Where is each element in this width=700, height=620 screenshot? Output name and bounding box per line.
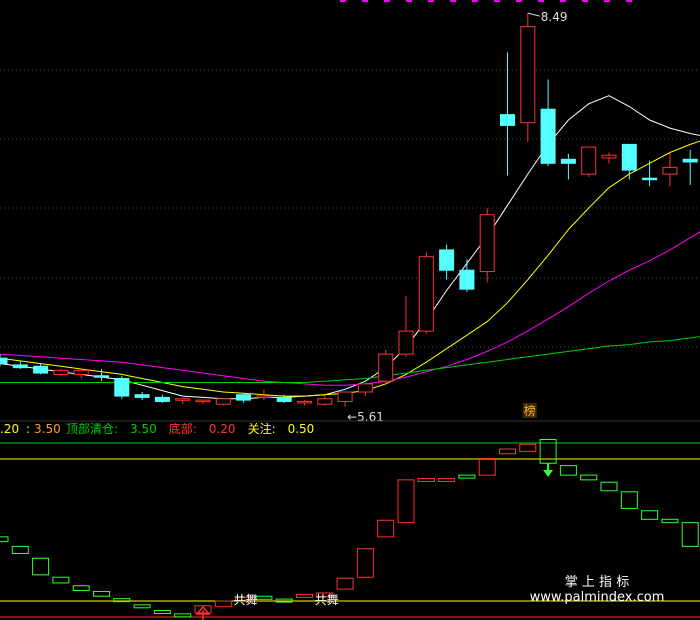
legend-item-value: 0.50 bbox=[288, 422, 315, 436]
candle-body bbox=[297, 400, 312, 404]
candle-body bbox=[601, 154, 617, 159]
stock-chart: 8.49 ←5.61 榜 .20:3.50 顶部清仓: 3.50 底部: 0.20 关注: 0.… bbox=[0, 0, 700, 620]
candle-body bbox=[581, 146, 597, 175]
candle-body bbox=[94, 375, 109, 378]
indicator-bar bbox=[559, 465, 577, 476]
legend-first-value: .20 bbox=[0, 422, 19, 436]
indicator-bar bbox=[93, 591, 110, 597]
low-label: ←5.61 bbox=[347, 410, 384, 424]
indicator-bar bbox=[214, 600, 232, 608]
ma-line bbox=[0, 231, 700, 386]
candle-body bbox=[236, 394, 252, 401]
candle-body bbox=[53, 369, 69, 375]
candle-body bbox=[540, 108, 556, 164]
indicator-bar bbox=[681, 522, 699, 547]
indicator-bar bbox=[336, 577, 354, 590]
candle-body bbox=[682, 158, 698, 163]
indicator-annotations: 共舞 共舞 bbox=[195, 463, 554, 620]
ma-line bbox=[0, 140, 700, 397]
candle-body bbox=[317, 398, 333, 405]
candle-body bbox=[357, 383, 373, 393]
candle-body bbox=[114, 377, 130, 397]
legend-item-value: 0.20 bbox=[209, 422, 236, 436]
candle-body bbox=[175, 398, 191, 401]
legend-item-value: 3.50 bbox=[130, 422, 157, 436]
indicator-bar bbox=[52, 576, 70, 584]
indicator-bar bbox=[580, 474, 598, 481]
indicator-bar bbox=[458, 474, 476, 479]
candle-body bbox=[439, 249, 455, 271]
candle-body bbox=[459, 269, 475, 290]
indicator-bar bbox=[641, 510, 659, 520]
indicator-bar bbox=[600, 481, 618, 492]
ma-line bbox=[0, 336, 700, 383]
indicator-bar bbox=[417, 477, 435, 482]
candle-body bbox=[337, 391, 353, 402]
candle-body bbox=[398, 330, 414, 355]
candle-body bbox=[276, 396, 292, 402]
indicator-bar bbox=[11, 545, 29, 554]
indicator-bar bbox=[620, 491, 638, 509]
legend-item-label: 顶部清仓: bbox=[66, 421, 118, 436]
indicator-bar bbox=[356, 548, 374, 578]
watermark: 掌 上 指 标www.palmindex.com bbox=[530, 575, 665, 605]
signal-text: 共舞 bbox=[234, 593, 258, 607]
candle-body bbox=[378, 353, 394, 382]
candle-body bbox=[215, 398, 231, 405]
indicator-bar bbox=[0, 536, 9, 543]
candle-body bbox=[256, 395, 272, 399]
indicator-bar bbox=[397, 479, 415, 524]
candle-body bbox=[418, 256, 434, 332]
legend-item-label: 关注: bbox=[248, 421, 276, 436]
indicator-bar bbox=[32, 557, 50, 576]
candle-body bbox=[134, 394, 150, 398]
indicator-bar bbox=[519, 443, 537, 452]
indicator-bar bbox=[438, 477, 456, 482]
indicator-bar bbox=[478, 458, 496, 476]
candle-body bbox=[0, 357, 8, 365]
indicator-bar bbox=[255, 595, 273, 600]
candle-body bbox=[520, 26, 536, 124]
candle-body bbox=[33, 365, 49, 374]
sell-arrow-icon bbox=[543, 470, 554, 477]
candle-body bbox=[195, 399, 211, 403]
watermark-title: 掌 上 指 标 bbox=[565, 575, 629, 590]
candle-body bbox=[642, 177, 658, 181]
indicator-bar bbox=[499, 448, 516, 455]
high-label: 8.49 bbox=[541, 10, 568, 24]
legend-item-label: 底部: bbox=[169, 421, 197, 436]
indicator-bar bbox=[296, 593, 313, 598]
indicator-bar bbox=[377, 519, 395, 538]
watermark-url: www.palmindex.com bbox=[530, 590, 665, 605]
candle-body bbox=[500, 114, 515, 126]
signal-text: 共舞 bbox=[315, 593, 339, 607]
moving-average-lines bbox=[0, 95, 700, 400]
badge-label: 榜 bbox=[524, 403, 536, 418]
indicator-legend: .20:3.50 顶部清仓: 3.50 底部: 0.20 关注: 0.50 bbox=[0, 421, 314, 436]
indicator-bar bbox=[72, 585, 90, 592]
indicator-bar bbox=[133, 604, 151, 609]
indicator-bar bbox=[153, 610, 171, 614]
candle-body bbox=[479, 214, 495, 273]
candle-body bbox=[12, 364, 28, 369]
ma-line bbox=[0, 95, 700, 400]
legend-first-sep: : bbox=[26, 422, 30, 436]
indicator-bar bbox=[174, 613, 192, 618]
indicator-bar bbox=[661, 518, 679, 524]
candle-body bbox=[560, 158, 576, 164]
indicator-bar bbox=[113, 598, 131, 603]
legend-first-sep-value: 3.50 bbox=[34, 422, 61, 436]
candle-body bbox=[154, 396, 170, 402]
candle-body bbox=[621, 143, 637, 171]
high-pointer bbox=[527, 12, 540, 17]
chart-canvas: 8.49←5.61 榜 .20:3.50 顶部清仓: 3.50 底部: 0.20 关注: 0.… bbox=[0, 0, 700, 620]
candle-body bbox=[662, 166, 678, 175]
candle-body bbox=[73, 369, 89, 375]
